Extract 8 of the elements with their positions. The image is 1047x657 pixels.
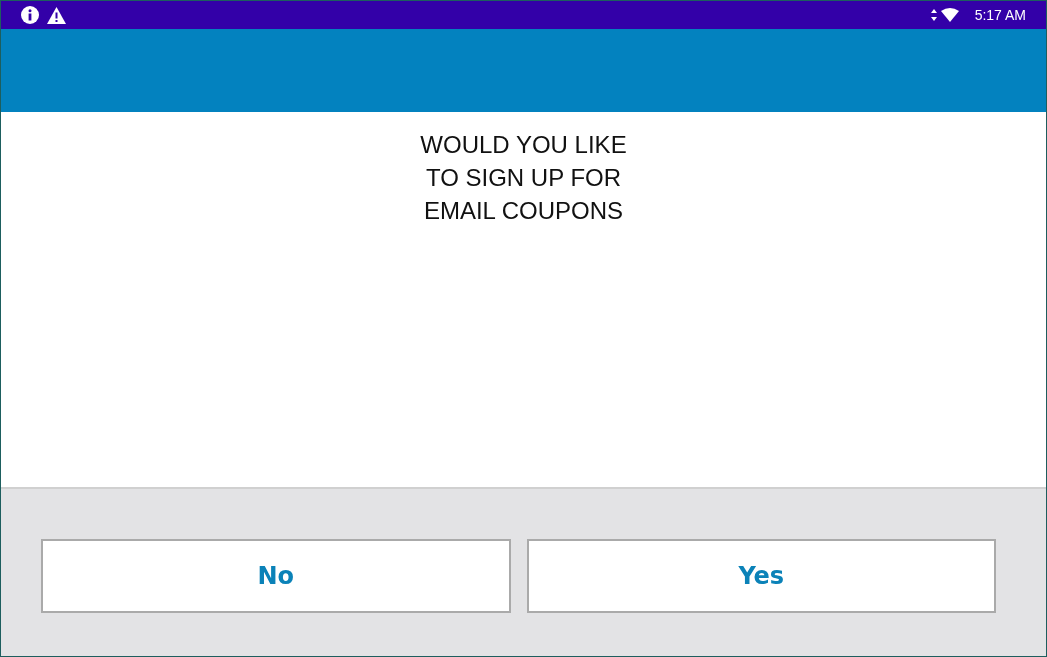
wifi-icon bbox=[940, 8, 959, 22]
clock-time: 5:17 AM bbox=[974, 5, 1026, 25]
info-icon bbox=[21, 6, 39, 24]
choice-button[interactable]: Yes bbox=[526, 539, 996, 613]
choice-button[interactable]: No bbox=[41, 539, 511, 613]
prompt-text: WOULD YOU LIKE TO SIGN UP FOR EMAIL COUPONS bbox=[419, 130, 628, 226]
warning-icon bbox=[47, 6, 66, 24]
data-arrows-icon bbox=[930, 9, 937, 21]
